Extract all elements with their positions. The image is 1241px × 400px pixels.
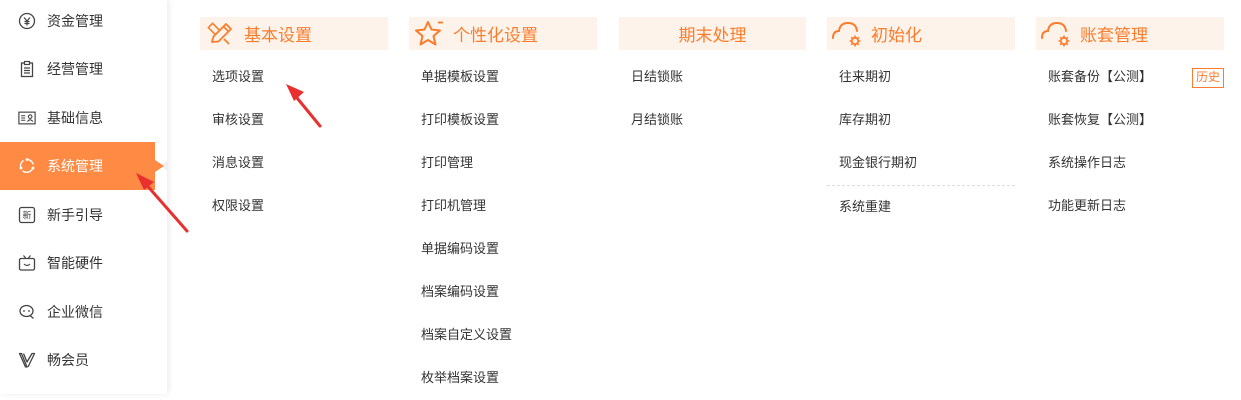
- sidebar-item-label: 畅会员: [47, 353, 89, 369]
- menu-item-print-template[interactable]: 打印模板设置: [409, 99, 597, 142]
- cloud-gear-icon: [1040, 17, 1074, 50]
- star-icon: [413, 17, 447, 50]
- menu-item-document-template[interactable]: 单据模板设置: [409, 56, 597, 99]
- clipboard-icon: [18, 60, 36, 78]
- column-header: 基本设置: [200, 17, 388, 50]
- menu-item-system-rebuild[interactable]: 系统重建: [827, 185, 1015, 229]
- sidebar-item-label: 新手引导: [47, 208, 103, 224]
- sidebar-item-label: 企业微信: [47, 305, 103, 321]
- sidebar-item-basic-info[interactable]: 基础信息: [0, 94, 167, 142]
- tv-icon: [18, 254, 36, 272]
- menu-item-operation-log[interactable]: 系统操作日志: [1036, 142, 1224, 185]
- menu-item-inventory-opening[interactable]: 库存期初: [827, 99, 1015, 142]
- svg-text:新: 新: [22, 210, 31, 222]
- menu-item-account-backup[interactable]: 账套备份【公测】 历史: [1036, 56, 1224, 99]
- id-card-icon: [18, 109, 36, 127]
- sidebar-item-vip[interactable]: 畅会员: [0, 336, 167, 384]
- menu-item-ar-ap-opening[interactable]: 往来期初: [827, 56, 1015, 99]
- column-period-end: 期末处理 日结锁账 月结锁账: [619, 17, 806, 142]
- menu-item-document-coding[interactable]: 单据编码设置: [409, 228, 597, 271]
- column-account-management: 账套管理 账套备份【公测】 历史 账套恢复【公测】 系统操作日志 功能更新日志: [1036, 17, 1224, 228]
- column-personalization: 个性化设置 单据模板设置 打印模板设置 打印管理 打印机管理 单据编码设置 档案…: [409, 17, 597, 400]
- menu-item-update-log[interactable]: 功能更新日志: [1036, 185, 1224, 228]
- sidebar-item-system-management[interactable]: 系统管理: [0, 142, 168, 190]
- column-initialization: 初始化 往来期初 库存期初 现金银行期初 系统重建: [827, 17, 1015, 229]
- menu-item-message-settings[interactable]: 消息设置: [200, 142, 388, 185]
- cycle-icon: [18, 157, 36, 175]
- sidebar-item-wecom[interactable]: 企业微信: [0, 288, 167, 336]
- sidebar: 资金管理 经营管理 基础信息 系统管理 新 新手引导 智能硬件 企业微信 畅会员: [0, 0, 168, 394]
- sidebar-item-funds[interactable]: 资金管理: [0, 0, 167, 45]
- menu-item-daily-lock[interactable]: 日结锁账: [619, 56, 806, 99]
- column-header: 账套管理: [1036, 17, 1224, 50]
- menu-item-approval-settings[interactable]: 审核设置: [200, 99, 388, 142]
- menu-item-monthly-lock[interactable]: 月结锁账: [619, 99, 806, 142]
- menu-item-printer-management[interactable]: 打印机管理: [409, 185, 597, 228]
- menu-item-print-management[interactable]: 打印管理: [409, 142, 597, 185]
- column-title: 基本设置: [244, 26, 312, 46]
- column-title: 初始化: [871, 26, 922, 46]
- yen-icon: [18, 12, 36, 30]
- column-header: 个性化设置: [409, 17, 597, 50]
- pencil-ruler-icon: [204, 17, 238, 50]
- column-title: 期末处理: [678, 26, 747, 46]
- sidebar-item-label: 智能硬件: [47, 256, 103, 272]
- menu-item-cash-bank-opening[interactable]: 现金银行期初: [827, 142, 1015, 185]
- chat-bubble-icon: [18, 303, 36, 321]
- sidebar-item-operations[interactable]: 经营管理: [0, 45, 167, 93]
- sidebar-item-beginner-guide[interactable]: 新 新手引导: [0, 191, 167, 239]
- history-badge[interactable]: 历史: [1191, 68, 1224, 88]
- sidebar-item-label: 基础信息: [47, 111, 103, 127]
- sidebar-item-label: 资金管理: [47, 14, 103, 30]
- menu-item-label: 账套备份【公测】: [1048, 70, 1153, 85]
- menu-item-archive-custom[interactable]: 档案自定义设置: [409, 314, 597, 357]
- sidebar-item-label: 经营管理: [47, 62, 103, 78]
- sidebar-item-smart-hardware[interactable]: 智能硬件: [0, 239, 167, 287]
- new-badge-icon: 新: [18, 206, 36, 224]
- menu-item-option-settings[interactable]: 选项设置: [200, 56, 388, 99]
- menu-item-permission-settings[interactable]: 权限设置: [200, 185, 388, 228]
- column-title: 个性化设置: [453, 26, 538, 46]
- column-basic-settings: 基本设置 选项设置 审核设置 消息设置 权限设置: [200, 17, 388, 228]
- cloud-gear-icon: [831, 17, 865, 50]
- column-header: 初始化: [827, 17, 1015, 50]
- v-logo-icon: [18, 351, 36, 369]
- menu-item-account-restore[interactable]: 账套恢复【公测】: [1036, 99, 1224, 142]
- sidebar-item-label: 系统管理: [47, 159, 103, 175]
- column-title: 账套管理: [1080, 26, 1148, 46]
- column-header: 期末处理: [619, 17, 806, 50]
- menu-item-archive-coding[interactable]: 档案编码设置: [409, 271, 597, 314]
